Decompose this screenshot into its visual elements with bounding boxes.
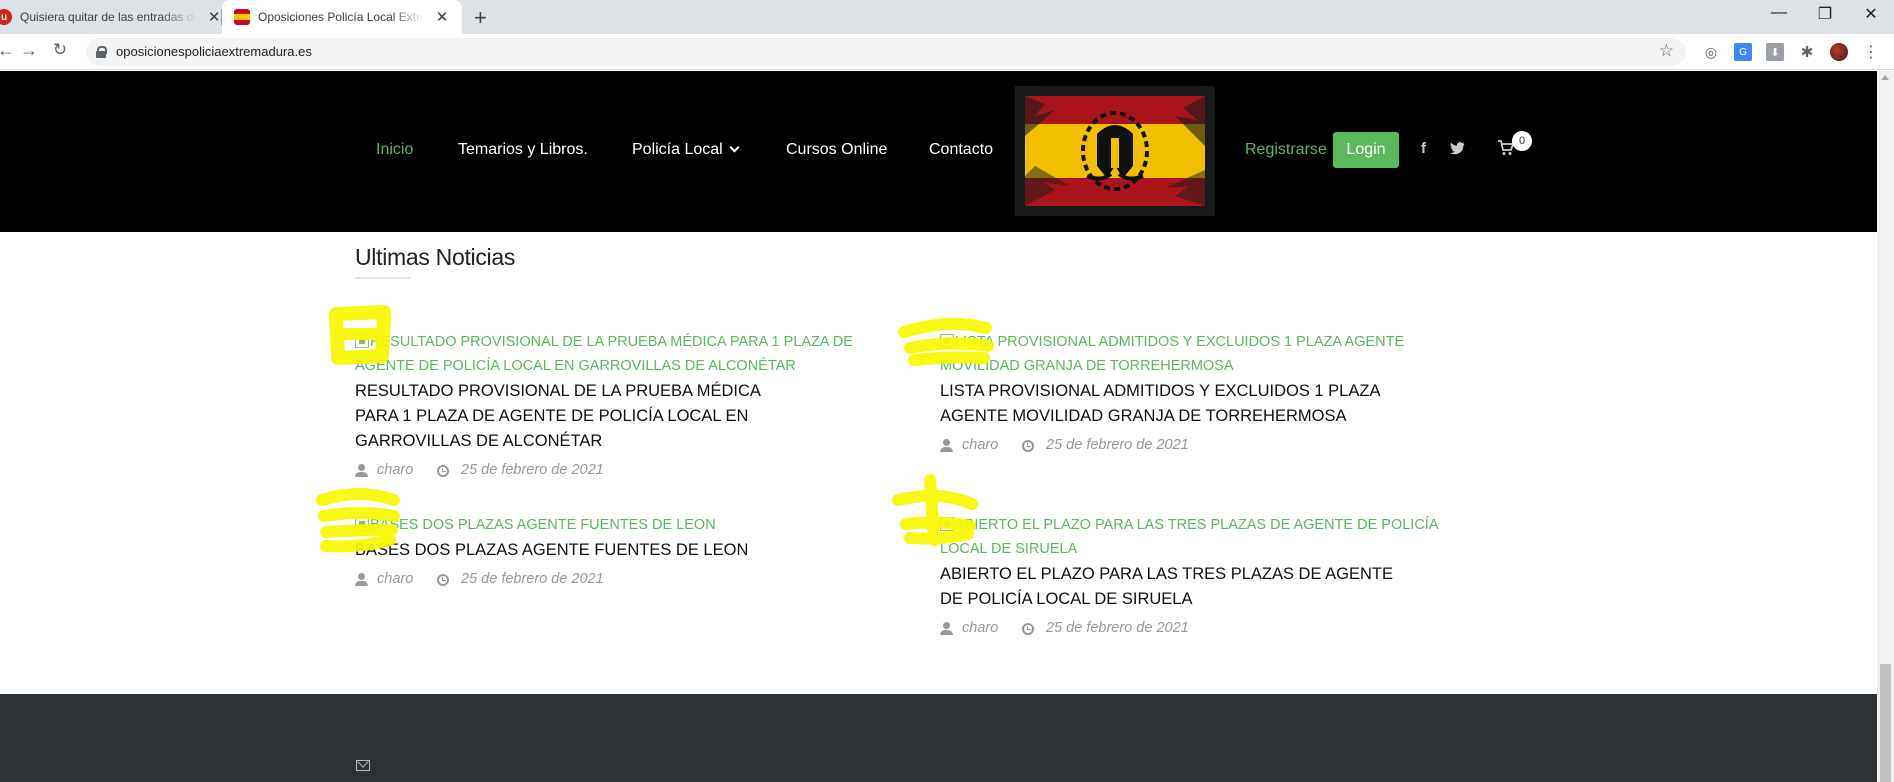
- spanish-flag-spartan-logo-icon: [1015, 86, 1215, 216]
- browser-tab-active[interactable]: Oposiciones Policía Local Extremadura ✕: [222, 0, 462, 34]
- news-post: BASES DOS PLAZAS AGENTE FUENTES DE LEON …: [355, 513, 875, 591]
- tab-close-icon[interactable]: ✕: [434, 8, 450, 26]
- address-bar[interactable]: oposicionespoliciaextremadura.es ☆: [86, 38, 1686, 66]
- lock-icon: [96, 46, 107, 58]
- reload-icon[interactable]: ↻: [48, 40, 72, 60]
- post-date: 25 de febrero de 2021: [1046, 437, 1189, 453]
- post-image-alt: RESULTADO PROVISIONAL DE LA PRUEBA MÉDIC…: [355, 334, 853, 374]
- close-window-icon[interactable]: ✕: [1848, 4, 1894, 24]
- scrollbar-thumb[interactable]: [1880, 664, 1891, 782]
- twitter-icon[interactable]: [1450, 142, 1465, 155]
- tab-title: Oposiciones Policía Local Extremadura: [258, 10, 424, 24]
- menu-dots-icon[interactable]: ⋮: [1862, 43, 1880, 61]
- section-title: Ultimas Noticias: [355, 244, 516, 270]
- media-icon[interactable]: ◎: [1702, 43, 1720, 61]
- post-author[interactable]: charo: [962, 620, 998, 636]
- nav-policia-local[interactable]: Policía Local: [632, 141, 740, 159]
- post-title-link[interactable]: ABIERTO EL PLAZO PARA LAS TRES PLAZAS DE…: [940, 562, 1460, 612]
- cart-count-badge: 0: [1512, 131, 1532, 151]
- post-title-link[interactable]: RESULTADO PROVISIONAL DE LA PRUEBA MÉDIC…: [355, 379, 875, 454]
- restore-icon[interactable]: ❐: [1802, 4, 1848, 24]
- url-text: oposicionespoliciaextremadura.es: [116, 44, 312, 59]
- broken-image-icon: [355, 334, 369, 348]
- post-author[interactable]: charo: [377, 571, 413, 587]
- new-tab-plus-icon[interactable]: +: [474, 5, 487, 31]
- post-date: 25 de febrero de 2021: [461, 462, 604, 478]
- clock-icon: [437, 574, 449, 586]
- translate-icon[interactable]: G: [1734, 43, 1752, 61]
- envelope-icon[interactable]: [356, 760, 370, 771]
- post-meta: charo 25 de febrero de 2021: [940, 437, 1460, 457]
- login-button[interactable]: Login: [1333, 132, 1399, 168]
- user-icon: [355, 464, 368, 477]
- site-header: Inicio Temarios y Libros. Policía Local …: [0, 71, 1877, 232]
- extensions-puzzle-icon[interactable]: ✱: [1798, 43, 1816, 61]
- facebook-icon[interactable]: f: [1421, 140, 1426, 157]
- post-author[interactable]: charo: [962, 437, 998, 453]
- browser-tab-bar: u Quisiera quitar de las entradas de ✕ O…: [0, 0, 1894, 34]
- news-post: RESULTADO PROVISIONAL DE LA PRUEBA MÉDIC…: [355, 330, 875, 482]
- nav-inicio[interactable]: Inicio: [376, 141, 413, 159]
- post-title-line: GARROVILLAS DE ALCONÉTAR: [355, 432, 603, 450]
- post-image-alt: ABIERTO EL PLAZO PARA LAS TRES PLAZAS DE…: [940, 517, 1438, 557]
- site-logo[interactable]: [1015, 86, 1215, 216]
- post-title-link[interactable]: BASES DOS PLAZAS AGENTE FUENTES DE LEON: [355, 538, 875, 563]
- browser-tab-1[interactable]: u Quisiera quitar de las entradas de ✕: [0, 0, 222, 34]
- broken-image-icon: [940, 517, 954, 531]
- browser-toolbar: ← → ↻ oposicionespoliciaextremadura.es ☆: [0, 34, 1894, 70]
- post-meta: charo 25 de febrero de 2021: [940, 620, 1460, 640]
- chevron-down-icon: [729, 142, 740, 153]
- forward-arrow-icon[interactable]: →: [17, 40, 41, 61]
- clock-icon: [1022, 440, 1034, 452]
- bookmark-star-icon[interactable]: ☆: [1659, 41, 1674, 61]
- news-post: LISTA PROVISIONAL ADMITIDOS Y EXCLUIDOS …: [940, 330, 1460, 457]
- post-image-link[interactable]: RESULTADO PROVISIONAL DE LA PRUEBA MÉDIC…: [355, 334, 853, 374]
- post-title-line: PARA 1 PLAZA DE AGENTE DE POLICÍA LOCAL …: [355, 407, 749, 425]
- nav-label: Policía Local: [632, 141, 723, 158]
- site-flag-favicon-icon: [234, 9, 250, 25]
- user-icon: [355, 573, 368, 586]
- post-image-alt: LISTA PROVISIONAL ADMITIDOS Y EXCLUIDOS …: [940, 334, 1405, 374]
- post-image-link[interactable]: LISTA PROVISIONAL ADMITIDOS Y EXCLUIDOS …: [940, 334, 1404, 374]
- clock-icon: [437, 465, 449, 477]
- post-image-link[interactable]: BASES DOS PLAZAS AGENTE FUENTES DE LEON: [355, 517, 716, 533]
- nav-temarios[interactable]: Temarios y Libros.: [458, 141, 588, 159]
- post-date: 25 de febrero de 2021: [1046, 620, 1189, 636]
- site-footer: [0, 694, 1877, 782]
- scroll-up-arrow-icon[interactable]: [1881, 75, 1889, 80]
- nav-contacto[interactable]: Contacto: [929, 141, 993, 159]
- post-title-line: RESULTADO PROVISIONAL DE LA PRUEBA MÉDIC…: [355, 382, 761, 400]
- broken-image-icon: [940, 334, 954, 348]
- post-title-line: ABIERTO EL PLAZO PARA LAS TRES PLAZAS DE…: [940, 565, 1394, 583]
- register-link[interactable]: Registrarse: [1245, 141, 1327, 159]
- post-image-link[interactable]: ABIERTO EL PLAZO PARA LAS TRES PLAZAS DE…: [940, 517, 1438, 557]
- user-icon: [940, 622, 953, 635]
- post-meta: charo 25 de febrero de 2021: [355, 462, 875, 482]
- post-author[interactable]: charo: [377, 462, 413, 478]
- title-underline: [355, 277, 411, 279]
- nav-cursos-online[interactable]: Cursos Online: [786, 141, 887, 159]
- post-title-line: AGENTE MOVILIDAD GRANJA DE TORREHERMOSA: [940, 407, 1347, 425]
- post-date: 25 de febrero de 2021: [461, 571, 604, 587]
- post-title-line: LISTA PROVISIONAL ADMITIDOS Y EXCLUIDOS …: [940, 382, 1381, 400]
- profile-avatar-icon[interactable]: [1830, 43, 1848, 61]
- broken-image-icon: [355, 517, 369, 531]
- post-image-alt: BASES DOS PLAZAS AGENTE FUENTES DE LEON: [370, 517, 716, 533]
- post-title-line: DE POLICÍA LOCAL DE SIRUELA: [940, 590, 1193, 608]
- minimize-icon[interactable]: —: [1756, 4, 1802, 22]
- tab-close-icon[interactable]: ✕: [206, 8, 222, 26]
- clock-icon: [1022, 623, 1034, 635]
- post-title-line: BASES DOS PLAZAS AGENTE FUENTES DE LEON: [355, 541, 749, 559]
- download-icon[interactable]: ⬇: [1766, 43, 1784, 61]
- back-arrow-icon[interactable]: ←: [0, 40, 18, 61]
- post-title-link[interactable]: LISTA PROVISIONAL ADMITIDOS Y EXCLUIDOS …: [940, 379, 1460, 429]
- post-meta: charo 25 de febrero de 2021: [355, 571, 875, 591]
- user-icon: [940, 439, 953, 452]
- news-post: ABIERTO EL PLAZO PARA LAS TRES PLAZAS DE…: [940, 513, 1460, 640]
- tab-title: Quisiera quitar de las entradas de: [20, 10, 197, 24]
- tab-favicon-icon: u: [0, 9, 12, 25]
- page-scrollbar[interactable]: [1877, 71, 1894, 782]
